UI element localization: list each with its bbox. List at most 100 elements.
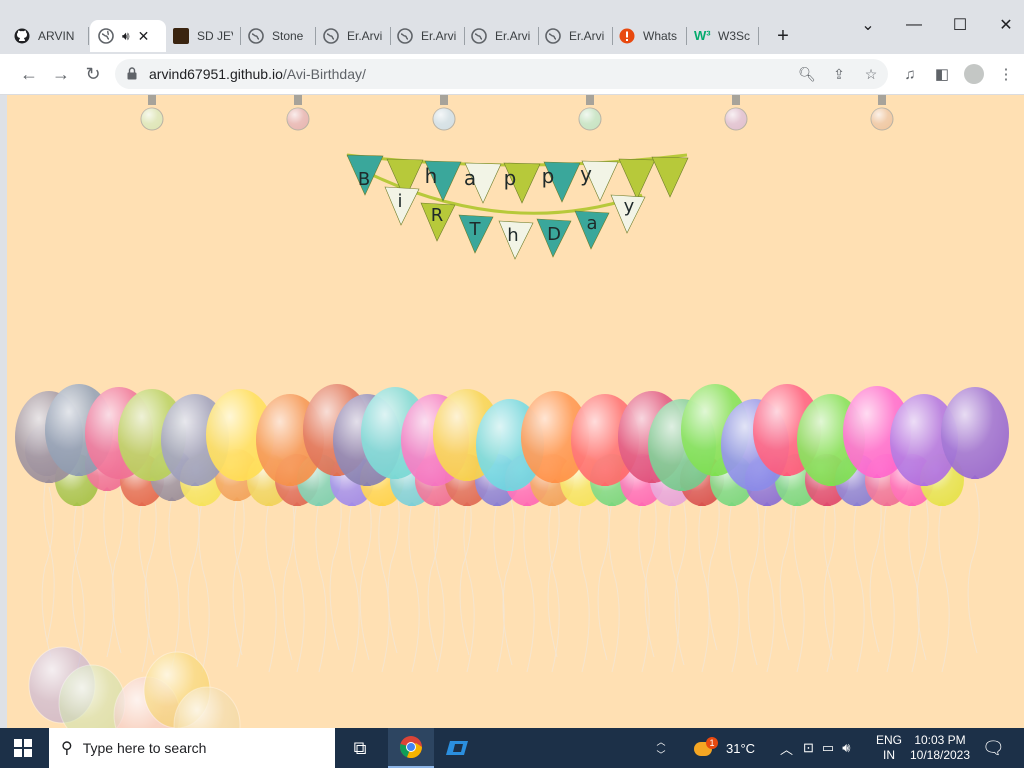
page-artwork: h a p p y Bi R T h Da y bbox=[15, 95, 1009, 728]
tab-1-active[interactable]: 🔊︎ ✕ bbox=[90, 20, 166, 52]
back-button[interactable]: ← bbox=[17, 62, 41, 86]
balloon-string bbox=[138, 501, 150, 673]
tab-separator bbox=[758, 27, 759, 45]
balloon-string bbox=[111, 482, 124, 654]
balloon bbox=[941, 387, 1009, 479]
search-placeholder: Type here to search bbox=[82, 740, 207, 756]
bunting-letter: i bbox=[397, 191, 402, 212]
notification-icon[interactable]: 🗨︎ bbox=[982, 728, 1005, 768]
language-indicator[interactable]: ENG IN bbox=[876, 728, 902, 768]
tab-6[interactable]: Er.Arvi bbox=[471, 20, 531, 52]
tab-label: Er.Arvi bbox=[569, 29, 605, 43]
sd-favicon-icon bbox=[173, 28, 189, 44]
weather-icon: 1 bbox=[692, 737, 718, 757]
balloon-string bbox=[329, 479, 342, 651]
close-window-button[interactable]: ✕ bbox=[991, 10, 1021, 40]
tab-5[interactable]: Er.Arvi bbox=[397, 20, 457, 52]
task-view-icon[interactable]: ⧉ bbox=[337, 728, 383, 768]
chrome-taskbar-icon[interactable] bbox=[388, 728, 434, 768]
tab-separator bbox=[686, 27, 687, 45]
balloon-string bbox=[502, 494, 515, 666]
tab-0[interactable]: ARVIN bbox=[14, 20, 86, 52]
tab-3[interactable]: Stone bbox=[248, 20, 308, 52]
balloon-string bbox=[938, 501, 950, 673]
minimize-button[interactable]: — bbox=[899, 10, 929, 40]
tab-7[interactable]: Er.Arvi bbox=[545, 20, 605, 52]
tab-label: ARVIN bbox=[38, 29, 75, 43]
balloon-string bbox=[869, 481, 882, 653]
forward-button[interactable]: → bbox=[49, 62, 73, 86]
tab-separator bbox=[88, 27, 89, 45]
balloon-string bbox=[282, 489, 295, 661]
address-bar[interactable]: arvind67951.github.io/Avi-Birthday/ 🔍︎ ⇪… bbox=[115, 59, 888, 89]
meet-now-icon[interactable]: ⊡ bbox=[803, 740, 814, 756]
tab-label: Stone bbox=[272, 29, 304, 43]
bunting-letter: p bbox=[542, 164, 555, 188]
weather-widget[interactable]: 1 31°C bbox=[692, 728, 755, 768]
bunting-flag bbox=[618, 158, 656, 200]
search-icon: ⚲ bbox=[61, 740, 73, 757]
tab-separator bbox=[240, 27, 241, 45]
balloon-string bbox=[293, 501, 305, 673]
zoom-icon[interactable]: 🔍︎ bbox=[797, 64, 817, 84]
balloon-string bbox=[668, 501, 680, 673]
tab-8[interactable]: Whats bbox=[619, 20, 679, 52]
balloon-string bbox=[315, 501, 327, 673]
globe-icon bbox=[545, 28, 561, 44]
browser-toolbar: ← → ↻ arvind67951.github.io/Avi-Birthday… bbox=[0, 54, 1024, 95]
light-bulb-icon bbox=[578, 95, 602, 131]
reload-button[interactable]: ↻ bbox=[81, 62, 105, 86]
maximize-button[interactable]: ☐ bbox=[945, 10, 975, 40]
taskbar-search-box[interactable]: ⚲ Type here to search bbox=[49, 728, 335, 768]
w3schools-icon: W³ bbox=[694, 28, 711, 43]
speaker-icon[interactable]: 🔊︎ bbox=[122, 29, 130, 44]
balloon-string bbox=[378, 501, 390, 673]
clock-date: 10/18/2023 bbox=[909, 748, 971, 762]
tab-9[interactable]: W³ W3Sch bbox=[694, 20, 750, 52]
bunting-letter: h bbox=[425, 164, 438, 188]
network-icon[interactable]: ▭ bbox=[822, 740, 834, 756]
media-control-icon[interactable]: ♫ bbox=[899, 63, 921, 85]
tab-separator bbox=[390, 27, 391, 45]
balloon-string bbox=[523, 501, 535, 673]
balloon-string bbox=[707, 479, 720, 651]
balloon-string bbox=[883, 501, 895, 673]
balloon-string bbox=[463, 501, 475, 673]
light-bulb-icon bbox=[724, 95, 748, 131]
side-panel-icon[interactable]: ◧ bbox=[931, 63, 953, 85]
weather-badge: 1 bbox=[706, 737, 718, 749]
alert-icon bbox=[619, 28, 635, 44]
github-icon bbox=[14, 28, 30, 44]
tab-2[interactable]: SD JEV bbox=[173, 20, 233, 52]
lock-icon bbox=[127, 67, 137, 80]
profile-avatar-icon[interactable] bbox=[963, 63, 985, 85]
taskbar-scroll-chevrons-icon[interactable]: ︿ ﹀ bbox=[652, 728, 670, 768]
volume-icon[interactable]: 🔊︎ bbox=[842, 740, 850, 756]
bunting-letter: a bbox=[586, 213, 597, 234]
tab-4[interactable]: Er.Arvi bbox=[323, 20, 383, 52]
bunting-letter: a bbox=[464, 166, 476, 190]
tab-search-chevron-icon[interactable]: ⌄ bbox=[853, 10, 883, 40]
app-taskbar-icon[interactable] bbox=[436, 728, 482, 768]
windows-start-icon[interactable] bbox=[0, 728, 46, 768]
share-icon[interactable]: ⇪ bbox=[829, 64, 849, 84]
tab-label: Er.Arvi bbox=[421, 29, 457, 43]
bunting-letter: T bbox=[469, 219, 482, 240]
balloon-string bbox=[408, 501, 420, 673]
clock[interactable]: 10:03 PM 10/18/2023 bbox=[910, 728, 970, 768]
tab-label: SD JEV bbox=[197, 29, 233, 43]
close-tab-icon[interactable]: ✕ bbox=[138, 28, 150, 45]
bunting-flag bbox=[651, 156, 689, 198]
light-bulb-icon bbox=[140, 95, 164, 131]
balloon-string bbox=[265, 501, 277, 673]
new-tab-button[interactable]: + bbox=[768, 21, 798, 51]
menu-kebab-icon[interactable]: ⋮ bbox=[995, 63, 1017, 85]
light-bulb-icon bbox=[286, 95, 310, 131]
happy-birthday-bunting: h a p p y Bi R T h Da y bbox=[346, 153, 689, 260]
globe-icon bbox=[248, 28, 264, 44]
balloon-string bbox=[728, 501, 740, 673]
clock-time: 10:03 PM bbox=[914, 733, 966, 747]
balloon-string bbox=[493, 501, 505, 673]
bookmark-star-icon[interactable]: ☆ bbox=[861, 64, 881, 84]
show-hidden-icons-chevron-icon[interactable]: ︿ bbox=[780, 739, 793, 758]
